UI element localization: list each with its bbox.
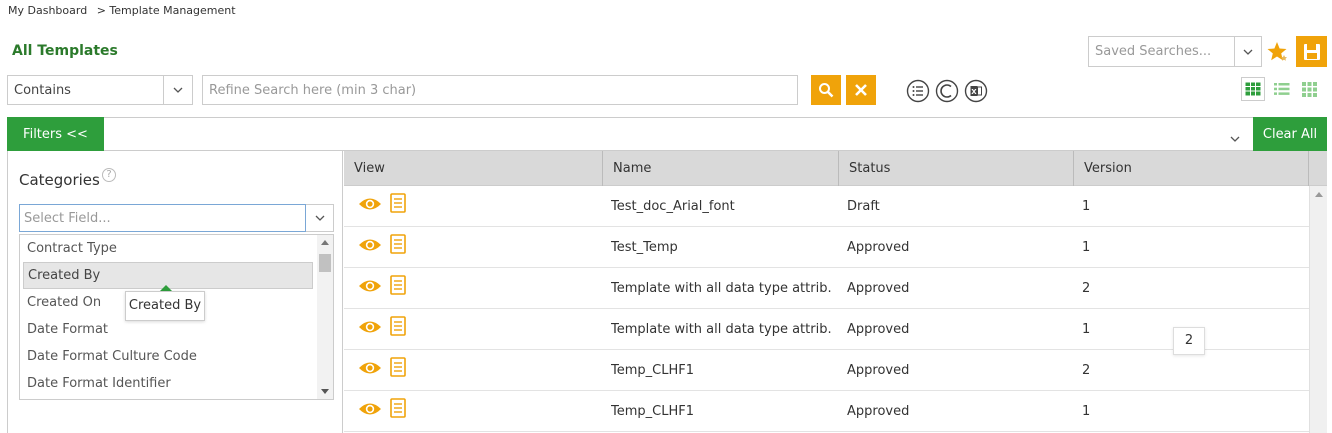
column-header-status[interactable]: Status	[839, 151, 1074, 186]
close-icon	[855, 84, 867, 96]
select-field-input[interactable]: Select Field...	[19, 204, 306, 232]
eye-icon[interactable]	[358, 277, 382, 295]
list-view-toggle[interactable]	[1270, 77, 1294, 101]
document-icon[interactable]	[390, 316, 406, 336]
categories-title: Categories	[19, 171, 100, 189]
chevron-down-icon[interactable]	[1230, 127, 1240, 146]
cell-version: 2	[1082, 281, 1091, 296]
breadcrumb-home-link[interactable]: My Dashboard	[8, 4, 87, 17]
column-header-name[interactable]: Name	[603, 151, 839, 186]
save-search-button[interactable]	[1296, 36, 1327, 67]
document-icon[interactable]	[390, 357, 406, 377]
cell-name[interactable]: Test_Temp	[611, 227, 833, 268]
document-icon[interactable]	[390, 398, 406, 418]
column-header-view[interactable]: View	[344, 151, 603, 186]
table-icon	[1245, 82, 1261, 96]
cell-status: Approved	[847, 363, 910, 378]
table-row[interactable]: Test_doc_Arial_font Draft 1	[344, 186, 1309, 227]
cell-name[interactable]: Template with all data type attrib...	[611, 268, 833, 309]
table-row[interactable]: Template with all data type attrib... App…	[344, 309, 1309, 350]
search-input[interactable]	[202, 75, 798, 105]
refresh-icon[interactable]	[935, 79, 959, 103]
scroll-up-icon[interactable]	[321, 240, 329, 245]
export-excel-icon[interactable]: X	[964, 79, 988, 103]
svg-text:X: X	[971, 88, 977, 96]
cell-version: 1	[1082, 404, 1091, 419]
document-icon[interactable]	[390, 275, 406, 295]
cell-status: Approved	[847, 404, 910, 419]
eye-icon[interactable]	[358, 318, 382, 336]
clear-search-button[interactable]	[846, 75, 876, 105]
search-button[interactable]	[811, 75, 841, 105]
tooltip: Created By	[125, 291, 205, 321]
table-row[interactable]: Temp_CLHF1 Approved 1	[344, 391, 1309, 432]
grid-scrollbar[interactable]	[1309, 186, 1327, 433]
page-number-badge: 2	[1173, 327, 1205, 355]
floppy-disk-icon	[1303, 43, 1320, 60]
chevron-down-icon[interactable]	[1234, 37, 1261, 66]
breadcrumb-current: > Template Management	[96, 4, 236, 17]
chevron-down-icon[interactable]	[306, 204, 334, 232]
cell-name[interactable]: Temp_CLHF1	[611, 350, 833, 391]
cell-version: 1	[1082, 240, 1091, 255]
cell-version: 1	[1082, 199, 1091, 214]
clear-all-button[interactable]: Clear All	[1253, 117, 1327, 151]
search-operator-value: Contains	[14, 83, 71, 98]
table-row[interactable]: Temp_CLHF1 Approved 2	[344, 350, 1309, 391]
field-option[interactable]: Date Format Culture Code	[20, 343, 315, 370]
scroll-up-icon[interactable]	[1315, 192, 1323, 197]
field-option[interactable]: Contract Type	[20, 235, 315, 262]
cell-name[interactable]: Test_doc_Arial_font	[611, 186, 833, 227]
select-field-placeholder: Select Field...	[24, 211, 111, 226]
tile-view-toggle[interactable]	[1297, 77, 1321, 101]
chevron-down-icon[interactable]	[163, 76, 192, 104]
eye-icon[interactable]	[358, 359, 382, 377]
eye-icon[interactable]	[358, 236, 382, 254]
filters-toggle-button[interactable]: Filters <<	[7, 117, 104, 151]
list-options-icon[interactable]	[906, 79, 930, 103]
table-row[interactable]: Template with all data type attrib... App…	[344, 268, 1309, 309]
cell-status: Draft	[847, 199, 880, 214]
page-title: All Templates	[12, 43, 118, 59]
search-icon	[819, 83, 834, 98]
cell-status: Approved	[847, 281, 910, 296]
favorite-star-icon[interactable]	[1266, 40, 1290, 64]
list-icon	[1274, 83, 1290, 95]
grid-view-toggle[interactable]	[1241, 77, 1265, 101]
cell-status: Approved	[847, 322, 910, 337]
cell-version: 2	[1082, 363, 1091, 378]
tiles-icon	[1301, 81, 1317, 97]
templates-grid: View Name Status Version Test_doc_Arial_…	[344, 151, 1327, 433]
cell-name[interactable]: Template with all data type attrib...	[611, 309, 833, 350]
table-row[interactable]: Test_Temp Approved 1	[344, 227, 1309, 268]
breadcrumb: My Dashboard > Template Management	[8, 4, 242, 17]
field-list-scrollbar[interactable]	[317, 235, 333, 399]
grid-header: View Name Status Version	[344, 151, 1327, 186]
eye-icon[interactable]	[358, 195, 382, 213]
field-option[interactable]: Date Format Identifier	[20, 370, 315, 397]
cell-status: Approved	[847, 240, 910, 255]
scrollbar-thumb[interactable]	[319, 254, 331, 272]
filter-bar: Filters << Clear All	[7, 117, 1327, 151]
document-icon[interactable]	[390, 193, 406, 213]
help-icon[interactable]: ?	[102, 168, 116, 182]
grid-body: Test_doc_Arial_font Draft 1 Test_Temp Approv…	[344, 186, 1309, 433]
saved-searches-placeholder: Saved Searches...	[1095, 44, 1212, 59]
document-icon[interactable]	[390, 234, 406, 254]
eye-icon[interactable]	[358, 400, 382, 418]
cell-name[interactable]: Temp_CLHF1	[611, 391, 833, 432]
search-operator-select[interactable]: Contains	[7, 75, 193, 105]
scroll-down-icon[interactable]	[321, 389, 329, 394]
saved-searches-dropdown[interactable]: Saved Searches...	[1088, 36, 1262, 67]
column-header-version[interactable]: Version	[1074, 151, 1309, 186]
